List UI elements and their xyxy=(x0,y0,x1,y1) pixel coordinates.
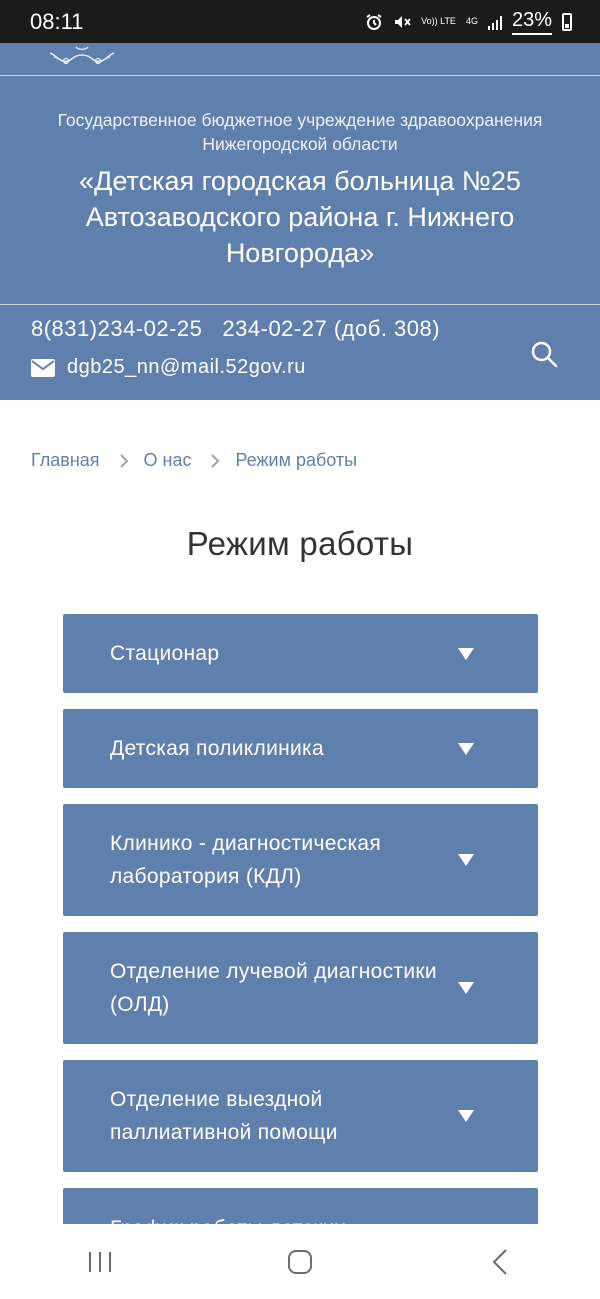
accordion-item-polyclinic[interactable]: Детская поликлиника xyxy=(63,709,538,788)
caret-down-icon xyxy=(458,1110,474,1122)
emblem-logo-icon[interactable] xyxy=(46,43,118,67)
back-button[interactable] xyxy=(480,1242,520,1282)
back-icon xyxy=(492,1248,507,1275)
accordion-item-palliative[interactable]: Отделение выездной паллиативной помощи xyxy=(63,1060,538,1172)
recent-apps-button[interactable] xyxy=(80,1242,120,1282)
battery-percent: 23% xyxy=(511,9,552,35)
breadcrumb-about[interactable]: О нас xyxy=(144,450,192,471)
email-row[interactable]: dgb25_nn@mail.52gov.ru xyxy=(31,356,440,379)
phone-link-1[interactable]: 8(831)234-02-25 xyxy=(31,316,202,341)
accordion-item-label: Отделение выездной паллиативной помощи xyxy=(110,1088,338,1144)
caret-down-icon xyxy=(458,854,474,866)
search-icon[interactable] xyxy=(530,340,558,368)
accordion-item-laboratory[interactable]: Клинико - диагностическая лаборатория (К… xyxy=(63,804,538,916)
accordion-item-label: Детская поликлиника xyxy=(110,737,324,760)
contacts: 8(831)234-02-25 234-02-27 (доб. 308) dgb2… xyxy=(31,316,440,379)
status-bar: 08:11 Vo)) LTE 4G 23% xyxy=(0,0,600,43)
accordion-item-label: Стационар xyxy=(110,642,220,665)
caret-down-icon xyxy=(458,982,474,994)
phone-link-2[interactable]: 234-02-27 (доб. 308) xyxy=(222,316,440,341)
mute-icon xyxy=(395,15,411,28)
alarm-icon xyxy=(366,13,382,30)
accordion: Стационар Детская поликлиника Клинико - … xyxy=(63,614,538,1299)
email-link[interactable]: dgb25_nn@mail.52gov.ru xyxy=(67,356,306,379)
site-header: Государственное бюджетное учреждение здр… xyxy=(0,43,600,400)
chevron-right-icon xyxy=(119,453,128,468)
accordion-item-hospital[interactable]: Стационар xyxy=(63,614,538,693)
breadcrumb-home[interactable]: Главная xyxy=(31,450,100,471)
signal-icon xyxy=(487,14,502,30)
breadcrumb-current: Режим работы xyxy=(235,450,358,470)
org-title: «Детская городская больница №25 Автозаво… xyxy=(79,166,521,268)
org-subtitle: Государственное бюджетное учреждение здр… xyxy=(57,110,543,154)
system-nav-bar xyxy=(0,1224,600,1299)
volte-icon: Vo)) LTE xyxy=(421,16,456,26)
home-icon xyxy=(288,1249,312,1274)
breadcrumb: Главная О нас Режим работы xyxy=(31,450,357,471)
accordion-item-label: Отделение лучевой диагностики (ОЛД) xyxy=(110,960,437,1016)
mail-icon xyxy=(31,358,55,377)
phones: 8(831)234-02-25 234-02-27 (доб. 308) xyxy=(31,316,440,342)
header-divider xyxy=(0,304,600,305)
chevron-right-icon xyxy=(211,453,220,468)
caret-down-icon xyxy=(458,647,474,660)
battery-icon xyxy=(562,12,572,31)
logo-strip xyxy=(0,43,600,76)
accordion-item-radiology[interactable]: Отделение лучевой диагностики (ОЛД) xyxy=(63,932,538,1044)
page-title: Режим работы xyxy=(186,525,414,562)
status-icons: Vo)) LTE 4G 23% xyxy=(365,9,572,35)
home-button[interactable] xyxy=(280,1242,320,1282)
status-time: 08:11 xyxy=(30,8,84,34)
accordion-item-label: Клинико - диагностическая лаборатория (К… xyxy=(110,832,382,888)
recent-apps-icon xyxy=(89,1251,111,1272)
caret-down-icon xyxy=(458,742,474,755)
network-4g-icon: 4G xyxy=(465,16,478,26)
